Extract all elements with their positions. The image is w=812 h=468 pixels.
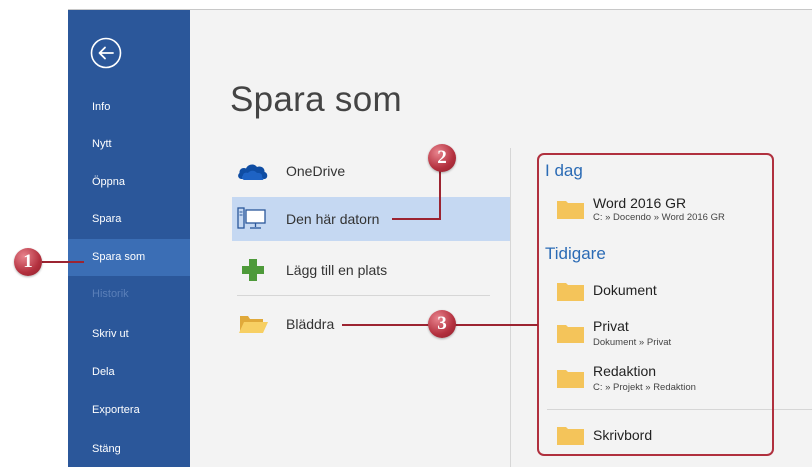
location-onedrive[interactable]: OneDrive xyxy=(232,149,510,193)
location-label: Bläddra xyxy=(286,316,335,332)
nav-spara[interactable]: Spara xyxy=(68,201,190,238)
nav-dela[interactable]: Dela xyxy=(68,354,190,391)
nav-skriv-ut[interactable]: Skriv ut xyxy=(68,316,190,353)
location-label: OneDrive xyxy=(286,163,346,179)
back-button[interactable] xyxy=(90,37,122,69)
highlight-box xyxy=(537,153,774,456)
nav-nytt[interactable]: Nytt xyxy=(68,126,190,163)
location-this-pc[interactable]: Den här datorn xyxy=(232,197,510,241)
column-divider xyxy=(510,148,511,467)
computer-icon xyxy=(237,207,266,229)
callout-line xyxy=(392,218,440,220)
location-divider xyxy=(237,295,490,296)
callout-line xyxy=(439,170,441,220)
callout-badge-3: 3 xyxy=(428,310,456,338)
callout-line xyxy=(42,261,84,263)
nav-historik: Historik xyxy=(92,288,129,300)
location-label: Den här datorn xyxy=(286,211,380,227)
location-label: Lägg till en plats xyxy=(286,262,388,278)
plus-icon xyxy=(242,259,264,281)
onedrive-cloud-icon xyxy=(238,164,268,180)
nav-spara-som[interactable]: Spara som xyxy=(68,239,190,276)
callout-badge-1: 1 xyxy=(14,248,42,276)
nav-info[interactable]: Info xyxy=(68,89,190,126)
page-title: Spara som xyxy=(230,80,402,119)
backstage-sidebar: Info Nytt Öppna Spara Spara som Historik… xyxy=(68,10,190,467)
folder-open-icon xyxy=(239,316,268,333)
nav-stang[interactable]: Stäng xyxy=(68,431,190,468)
nav-exportera[interactable]: Exportera xyxy=(68,392,190,429)
location-add-place[interactable]: Lägg till en plats xyxy=(232,248,510,292)
callout-badge-2: 2 xyxy=(428,144,456,172)
nav-oppna[interactable]: Öppna xyxy=(68,164,190,201)
back-arrow-icon xyxy=(90,37,122,69)
